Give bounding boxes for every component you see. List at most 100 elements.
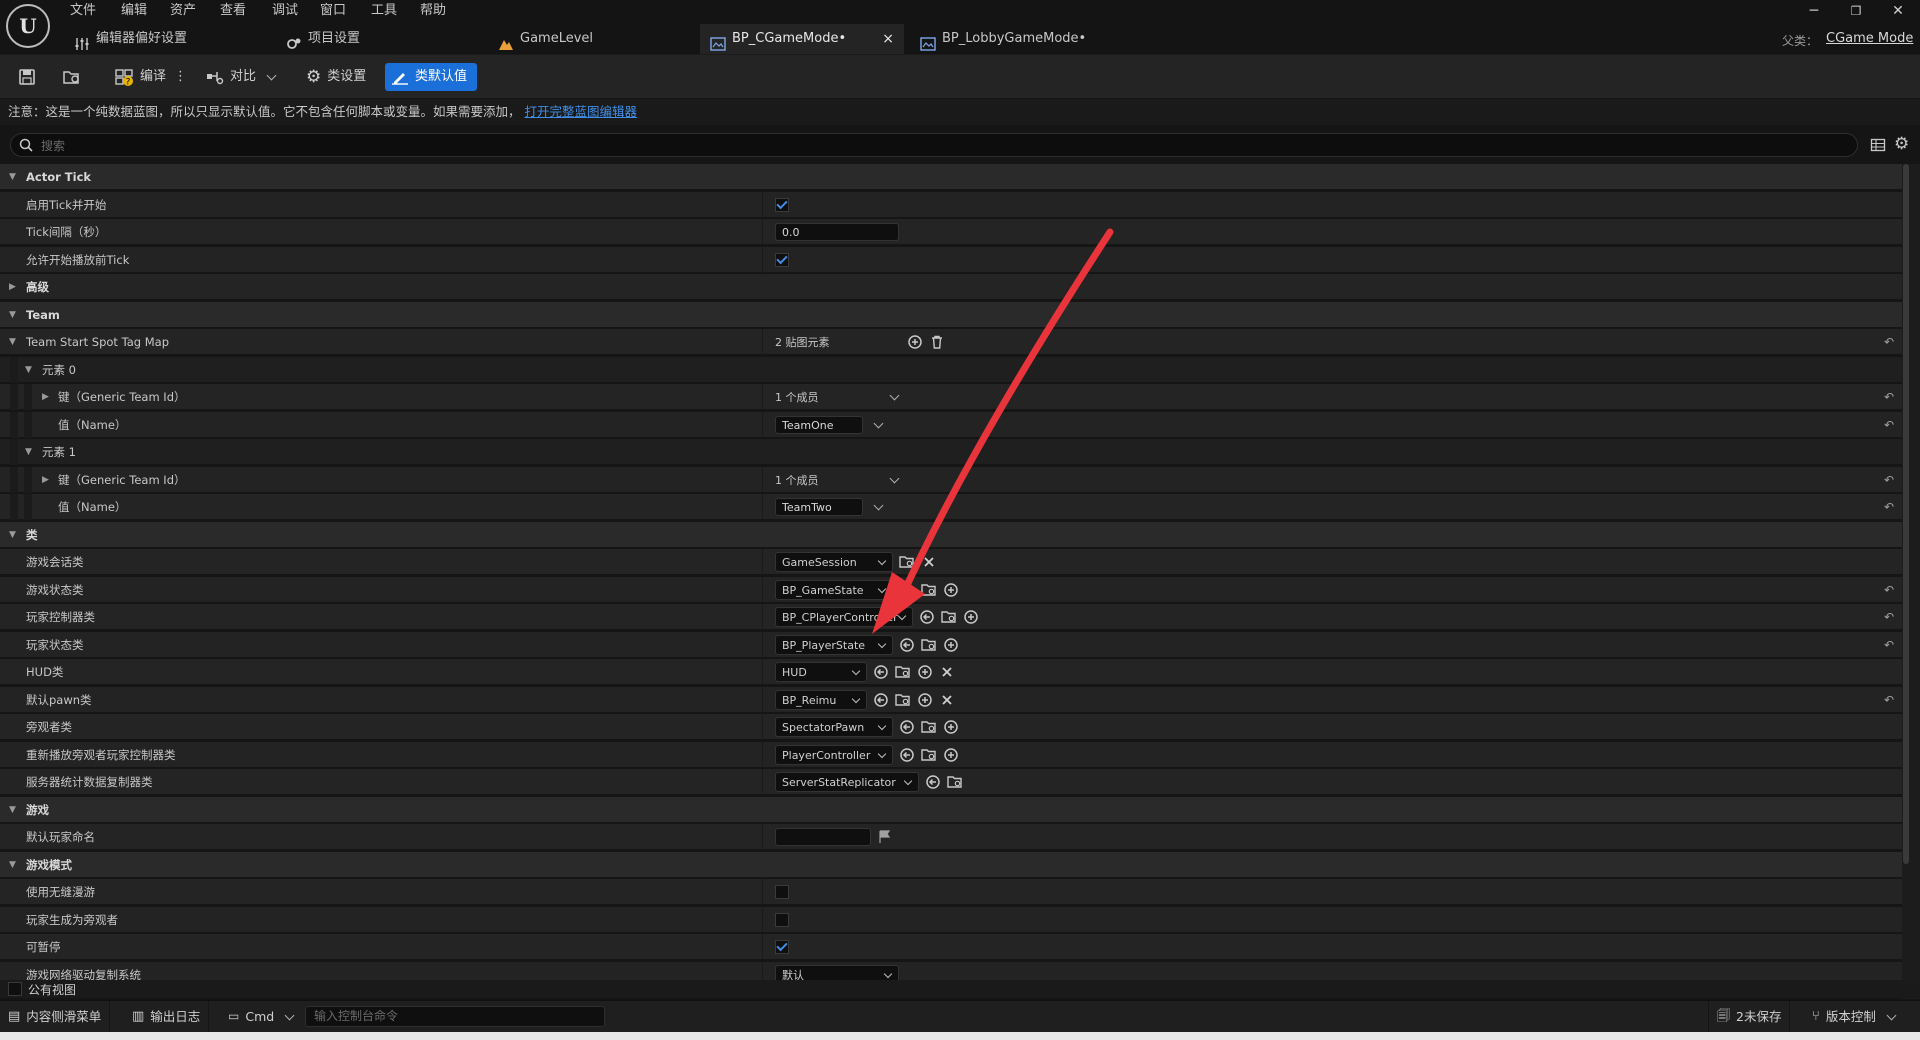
tab[interactable]: BP_LobbyGameMode•: [910, 24, 1110, 54]
trash-icon[interactable]: [929, 334, 945, 350]
checkbox[interactable]: [775, 253, 789, 267]
collapse-arrow-icon[interactable]: ▼: [9, 852, 16, 878]
add-icon[interactable]: [943, 582, 959, 598]
chevron-down-icon[interactable]: [889, 390, 900, 401]
category-row[interactable]: ▶ 高级: [0, 274, 1902, 300]
table-view-icon[interactable]: [1870, 137, 1886, 153]
checkbox[interactable]: [775, 913, 789, 927]
category-row[interactable]: ▼ Actor Tick: [0, 164, 1902, 190]
collapse-arrow-icon[interactable]: ▼: [9, 302, 16, 328]
menu-item[interactable]: 资产: [166, 2, 200, 20]
use-selected-icon[interactable]: [899, 582, 915, 598]
content-drawer-button[interactable]: ▤ 内容侧滑菜单: [0, 1001, 111, 1032]
unreal-logo-icon[interactable]: U: [6, 4, 50, 48]
menu-item[interactable]: 调试: [268, 2, 302, 20]
reset-to-default-icon[interactable]: ↶: [1882, 610, 1896, 624]
menu-item[interactable]: 编辑: [117, 2, 151, 20]
add-icon[interactable]: [917, 664, 933, 680]
tab[interactable]: 项目设置: [276, 24, 406, 54]
menu-item[interactable]: 查看: [216, 2, 250, 20]
checkbox[interactable]: [775, 940, 789, 954]
class-picker[interactable]: PlayerController: [775, 745, 893, 765]
chevron-down-icon[interactable]: [873, 500, 884, 511]
menu-item[interactable]: 文件: [66, 2, 100, 20]
use-selected-icon[interactable]: [873, 692, 889, 708]
save-button[interactable]: [12, 63, 42, 91]
use-selected-icon[interactable]: [899, 637, 915, 653]
category-row[interactable]: ▼ 类: [0, 522, 1902, 548]
collapse-arrow-icon[interactable]: ▼: [9, 797, 16, 823]
tab[interactable]: 编辑器偏好设置: [64, 24, 224, 54]
browse-asset-icon[interactable]: [941, 609, 957, 625]
add-icon[interactable]: [907, 334, 923, 350]
chevron-down-icon[interactable]: [873, 418, 884, 429]
add-icon[interactable]: [917, 692, 933, 708]
category-row[interactable]: ▼ 游戏: [0, 797, 1902, 823]
class-defaults-button[interactable]: 类默认值: [385, 63, 477, 91]
collapse-arrow-icon[interactable]: ▼: [25, 357, 32, 383]
class-settings-button[interactable]: ⚙ 类设置: [300, 63, 372, 91]
add-icon[interactable]: [943, 719, 959, 735]
menu-item[interactable]: 帮助: [416, 2, 450, 20]
class-picker[interactable]: BP_PlayerState: [775, 635, 893, 655]
reset-to-default-icon[interactable]: ↶: [1882, 583, 1896, 597]
checkbox[interactable]: [775, 198, 789, 212]
output-log-button[interactable]: ▥ 输出日志: [124, 1001, 210, 1032]
use-selected-icon[interactable]: [899, 719, 915, 735]
collapse-arrow-icon[interactable]: ▼: [9, 522, 16, 548]
chevron-down-icon[interactable]: [889, 473, 900, 484]
console-command-input[interactable]: 输入控制台命令: [305, 1006, 605, 1027]
class-picker[interactable]: HUD: [775, 662, 867, 682]
browse-asset-icon[interactable]: [921, 637, 937, 653]
source-control-button[interactable]: ⑂ 版本控制: [1804, 1001, 1903, 1032]
name-field[interactable]: TeamTwo: [775, 498, 863, 516]
browse-button[interactable]: [56, 63, 88, 91]
category-row[interactable]: ▼ 元素 0: [0, 357, 1902, 383]
menu-item[interactable]: 窗口: [316, 2, 350, 20]
reset-to-default-icon[interactable]: ↶: [1882, 473, 1896, 487]
tab[interactable]: BP_CGameMode• ×: [700, 24, 904, 54]
class-picker[interactable]: BP_Reimu: [775, 690, 867, 710]
text-field[interactable]: [775, 828, 871, 846]
collapse-arrow-icon[interactable]: ▼: [9, 329, 16, 355]
use-selected-icon[interactable]: [925, 774, 941, 790]
clear-icon[interactable]: [921, 554, 937, 570]
use-selected-icon[interactable]: [919, 609, 935, 625]
category-row[interactable]: ▼ 游戏模式: [0, 852, 1902, 878]
name-field[interactable]: TeamOne: [775, 416, 863, 434]
browse-asset-icon[interactable]: [895, 664, 911, 680]
category-row[interactable]: ▼ 元素 1: [0, 439, 1902, 465]
class-picker[interactable]: SpectatorPawn: [775, 717, 893, 737]
expand-arrow-icon[interactable]: ▶: [9, 274, 16, 300]
add-icon[interactable]: [943, 637, 959, 653]
checkbox[interactable]: [775, 885, 789, 899]
open-full-editor-link[interactable]: 打开完整蓝图编辑器: [525, 104, 638, 119]
category-row[interactable]: ▼ Team: [0, 302, 1902, 328]
reset-to-default-icon[interactable]: ↶: [1882, 335, 1896, 349]
add-icon[interactable]: [943, 747, 959, 763]
menu-item[interactable]: 工具: [367, 2, 401, 20]
reset-to-default-icon[interactable]: ↶: [1882, 500, 1896, 514]
use-selected-icon[interactable]: [899, 747, 915, 763]
flag-icon[interactable]: [877, 829, 893, 845]
reset-to-default-icon[interactable]: ↶: [1882, 693, 1896, 707]
parent-class-link[interactable]: CGame Mode: [1826, 31, 1913, 46]
add-icon[interactable]: [963, 609, 979, 625]
vertical-scrollbar[interactable]: [1903, 164, 1909, 864]
compile-button[interactable]: ? 编译: [108, 63, 172, 91]
search-input[interactable]: 搜索: [10, 133, 1858, 157]
close-tab-icon[interactable]: ×: [882, 24, 894, 54]
collapse-arrow-icon[interactable]: ▼: [9, 164, 16, 190]
unsaved-button[interactable]: 🗐 2未保存: [1708, 1001, 1791, 1032]
minimize-icon[interactable]: ─: [1796, 0, 1832, 22]
expand-arrow-icon[interactable]: ▶: [42, 467, 49, 493]
reset-to-default-icon[interactable]: ↶: [1882, 390, 1896, 404]
number-field[interactable]: 0.0: [775, 223, 899, 241]
public-view-checkbox[interactable]: [8, 982, 22, 996]
class-picker[interactable]: GameSession: [775, 552, 893, 572]
browse-asset-icon[interactable]: [921, 719, 937, 735]
reset-to-default-icon[interactable]: ↶: [1882, 418, 1896, 432]
browse-asset-icon[interactable]: [947, 774, 963, 790]
class-picker[interactable]: ServerStatReplicator: [775, 772, 919, 792]
reset-to-default-icon[interactable]: ↶: [1882, 638, 1896, 652]
